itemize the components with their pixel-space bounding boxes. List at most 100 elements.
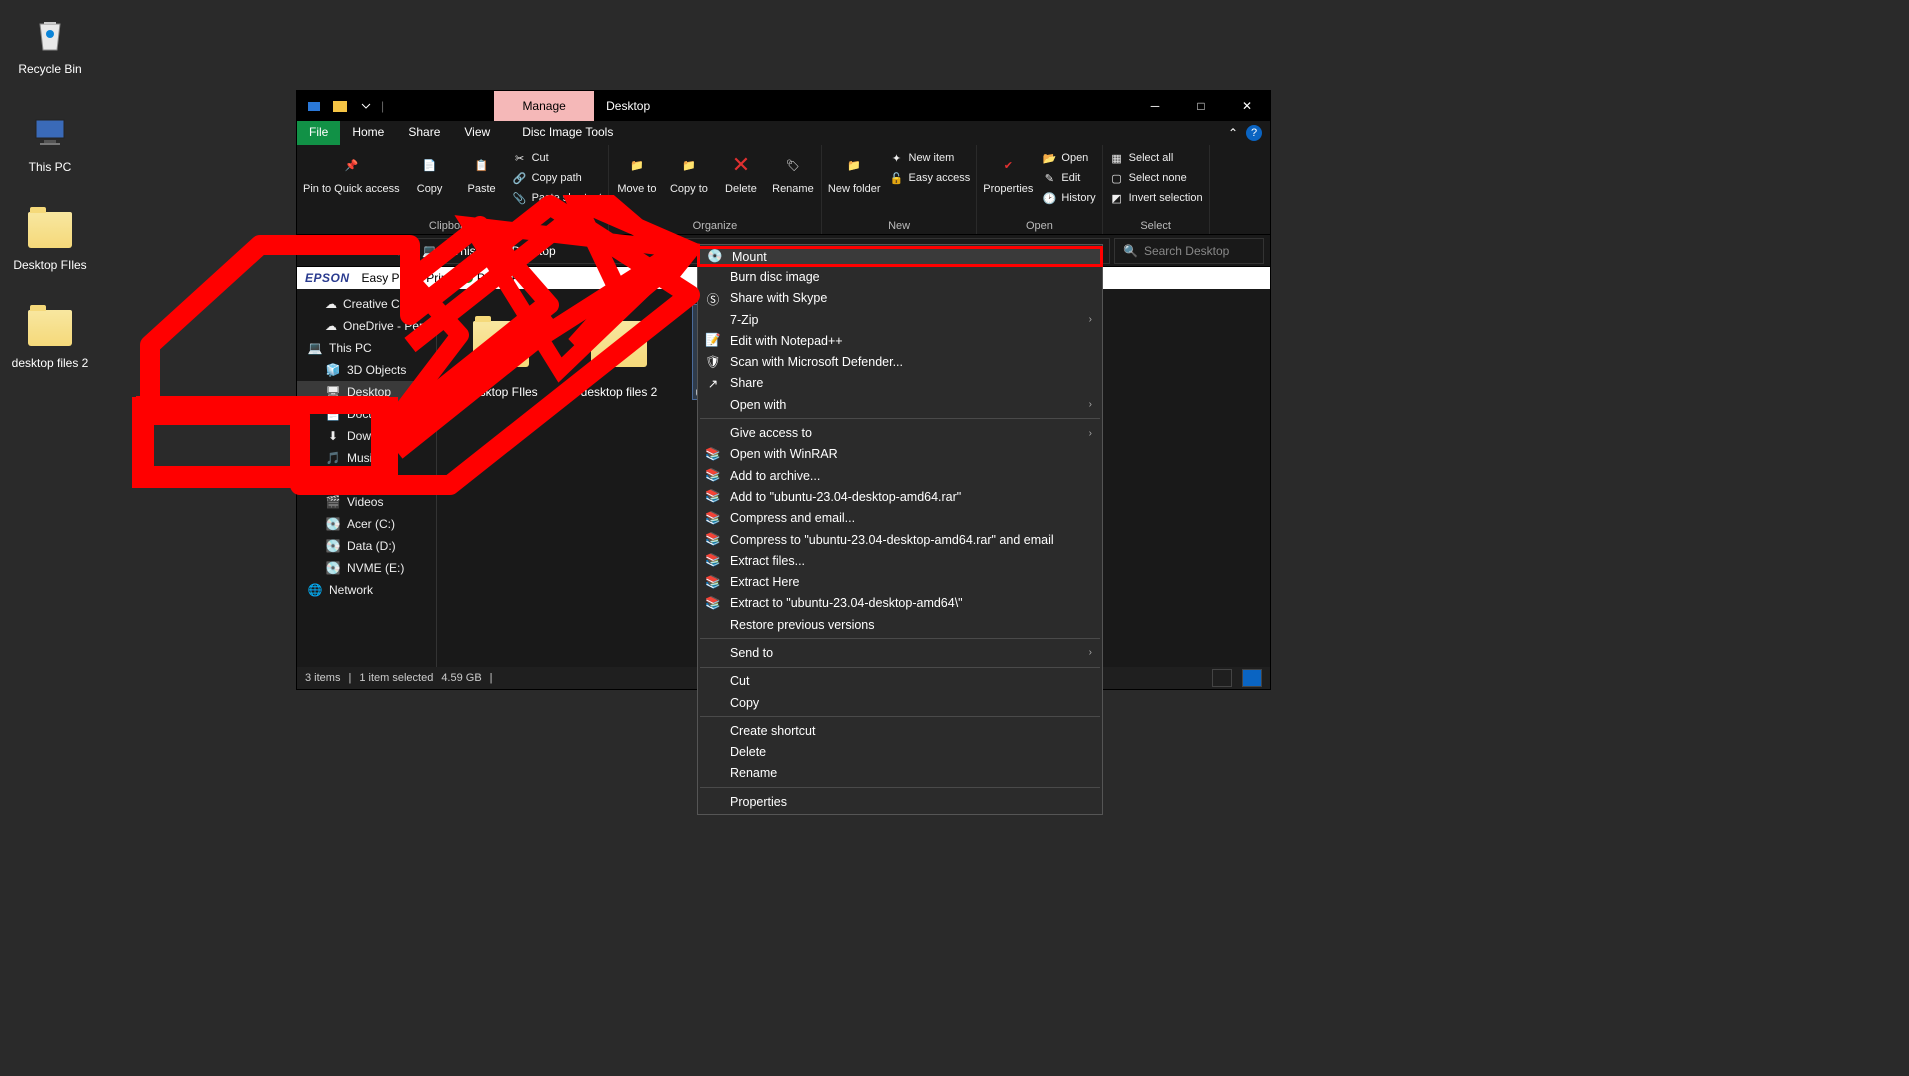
tree-item-3d-objects[interactable]: 🧊3D Objects (297, 359, 436, 381)
tree-item-pictures[interactable]: 🖼Pictures (297, 469, 436, 491)
tree-item-music[interactable]: 🎵Music (297, 447, 436, 469)
search-box[interactable]: 🔍 Search Desktop (1114, 238, 1264, 264)
tree-item-label: Downloads (347, 429, 406, 443)
tab-home[interactable]: Home (340, 121, 396, 145)
maximize-button[interactable]: □ (1178, 91, 1224, 121)
invert-selection-button[interactable]: ◩Invert selection (1109, 189, 1203, 207)
context-item-open-with[interactable]: Open with› (698, 394, 1102, 415)
contextual-tab-manage[interactable]: Manage (494, 91, 594, 121)
new-folder-button[interactable]: 📁New folder (828, 149, 881, 195)
context-item-extract-to-ubuntu-23-04-deskto[interactable]: 📚Extract to "ubuntu-23.04-desktop-amd64\… (698, 593, 1102, 614)
context-item-compress-to-ubuntu-23-04-deskt[interactable]: 📚Compress to "ubuntu-23.04-desktop-amd64… (698, 529, 1102, 550)
cut-button[interactable]: ✂Cut (512, 149, 602, 167)
context-item-properties[interactable]: Properties (698, 791, 1102, 812)
qat-folder-icon[interactable] (329, 95, 351, 117)
tree-item-documents[interactable]: 📄Documents (297, 403, 436, 425)
context-item-open-with-winrar[interactable]: 📚Open with WinRAR (698, 444, 1102, 465)
tree-item-nvme-e-[interactable]: 💽NVME (E:) (297, 557, 436, 579)
context-item-edit-with-notepad-[interactable]: 📝Edit with Notepad++ (698, 330, 1102, 351)
context-item-extract-files-[interactable]: 📚Extract files... (698, 550, 1102, 571)
help-icon[interactable]: ? (1246, 125, 1262, 141)
tree-item-label: Pictures (347, 473, 390, 487)
easy-photo-print-link[interactable]: Easy Photo Print (362, 271, 451, 285)
qat-explorer-icon[interactable] (303, 95, 325, 117)
desktop-icon-folder-1[interactable]: Desktop FIles (10, 206, 90, 272)
up-button[interactable]: ↑ (387, 239, 411, 263)
tree-item-label: 3D Objects (347, 363, 406, 377)
context-item-7-zip[interactable]: 7-Zip› (698, 309, 1102, 330)
delete-button[interactable]: ✕Delete (719, 149, 763, 195)
history-button[interactable]: 🕑History (1041, 189, 1095, 207)
copy-button[interactable]: 📄Copy (408, 149, 452, 195)
context-item-give-access-to[interactable]: Give access to› (698, 422, 1102, 443)
new-item-button[interactable]: ✦New item (889, 149, 971, 167)
close-button[interactable]: ✕ (1224, 91, 1270, 121)
context-item-scan-with-microsoft-defender-[interactable]: 🛡Scan with Microsoft Defender... (698, 351, 1102, 372)
tree-item-network[interactable]: 🌐Network (297, 579, 436, 601)
context-menu: 💿MountBurn disc imageⓈShare with Skype7-… (697, 244, 1103, 815)
tree-item-desktop[interactable]: 🖥Desktop (297, 381, 436, 403)
rename-button[interactable]: 🏷Rename (771, 149, 815, 195)
context-item-rename[interactable]: Rename (698, 763, 1102, 784)
breadcrumb-root[interactable]: This PC (453, 244, 496, 258)
tab-file[interactable]: File (297, 121, 340, 145)
qat-dropdown-icon[interactable] (355, 95, 377, 117)
tree-item-downloads[interactable]: ⬇Downloads (297, 425, 436, 447)
tree-item-this-pc[interactable]: 💻This PC (297, 337, 436, 359)
recent-dropdown[interactable]: ▾ (359, 239, 383, 263)
tab-view[interactable]: View (452, 121, 502, 145)
icons-view-button[interactable] (1242, 669, 1262, 687)
tree-item-data-d-[interactable]: 💽Data (D:) (297, 535, 436, 557)
context-separator (700, 787, 1100, 788)
tree-item-acer-c-[interactable]: 💽Acer (C:) (297, 513, 436, 535)
photo-print-link[interactable]: Photo Print (463, 271, 536, 285)
tree-item-onedrive-person[interactable]: ☁OneDrive - Person (297, 315, 436, 337)
context-item-delete[interactable]: Delete (698, 742, 1102, 763)
edit-button[interactable]: ✎Edit (1041, 169, 1095, 187)
copy-to-button[interactable]: 📁Copy to (667, 149, 711, 195)
context-item-restore-previous-versions[interactable]: Restore previous versions (698, 614, 1102, 635)
history-icon: 🕑 (1041, 190, 1057, 206)
context-item-compress-and-email-[interactable]: 📚Compress and email... (698, 508, 1102, 529)
context-item-label: Extract to "ubuntu-23.04-desktop-amd64\" (730, 596, 1092, 610)
desktop-icon-recycle-bin[interactable]: Recycle Bin (10, 10, 90, 76)
file-item-desktop-files[interactable]: Desktop FIles (457, 305, 545, 399)
select-all-button[interactable]: ▦Select all (1109, 149, 1203, 167)
move-to-button[interactable]: 📁Move to (615, 149, 659, 195)
select-none-button[interactable]: ▢Select none (1109, 169, 1203, 187)
tree-item-creative-cloud-files[interactable]: ☁Creative Cloud Files (297, 293, 436, 315)
paste-shortcut-button[interactable]: 📎Paste shortcut (512, 189, 602, 207)
folder-icon (26, 206, 74, 254)
context-item-mount[interactable]: 💿Mount (697, 246, 1103, 267)
context-item-create-shortcut[interactable]: Create shortcut (698, 720, 1102, 741)
context-item-cut[interactable]: Cut (698, 671, 1102, 692)
copy-path-button[interactable]: 🔗Copy path (512, 169, 602, 187)
tab-share[interactable]: Share (396, 121, 452, 145)
context-item-add-to-archive-[interactable]: 📚Add to archive... (698, 465, 1102, 486)
file-item-desktop-files-2[interactable]: desktop files 2 (575, 305, 663, 399)
desktop-icon-folder-2[interactable]: desktop files 2 (10, 304, 90, 370)
rar-icon: 📚 (704, 467, 722, 485)
tree-item-videos[interactable]: 🎬Videos (297, 491, 436, 513)
context-item-copy[interactable]: Copy (698, 692, 1102, 713)
details-view-button[interactable] (1212, 669, 1232, 687)
back-button[interactable]: ← (303, 239, 327, 263)
context-item-add-to-ubuntu-23-04-desktop-am[interactable]: 📚Add to "ubuntu-23.04-desktop-amd64.rar" (698, 486, 1102, 507)
desktop-icon-this-pc[interactable]: This PC (10, 108, 90, 174)
context-item-share-with-skype[interactable]: ⓈShare with Skype (698, 288, 1102, 309)
minimize-button[interactable]: ─ (1132, 91, 1178, 121)
context-item-burn-disc-image[interactable]: Burn disc image (698, 266, 1102, 287)
context-item-extract-here[interactable]: 📚Extract Here (698, 571, 1102, 592)
open-button[interactable]: 📂Open (1041, 149, 1095, 167)
tab-disc-image-tools[interactable]: Disc Image Tools (510, 121, 625, 145)
pin-quick-access-button[interactable]: 📌Pin to Quick access (303, 149, 400, 195)
context-item-send-to[interactable]: Send to› (698, 642, 1102, 663)
tree-item-label: Videos (347, 495, 383, 509)
breadcrumb-current[interactable]: Desktop (512, 244, 556, 258)
properties-button[interactable]: ✔Properties (983, 149, 1033, 195)
forward-button[interactable]: → (331, 239, 355, 263)
easy-access-button[interactable]: 🔓Easy access (889, 169, 971, 187)
context-item-share[interactable]: ↗Share (698, 373, 1102, 394)
paste-button[interactable]: 📋Paste (460, 149, 504, 195)
ribbon-collapse-icon[interactable]: ⌃ (1228, 126, 1238, 140)
